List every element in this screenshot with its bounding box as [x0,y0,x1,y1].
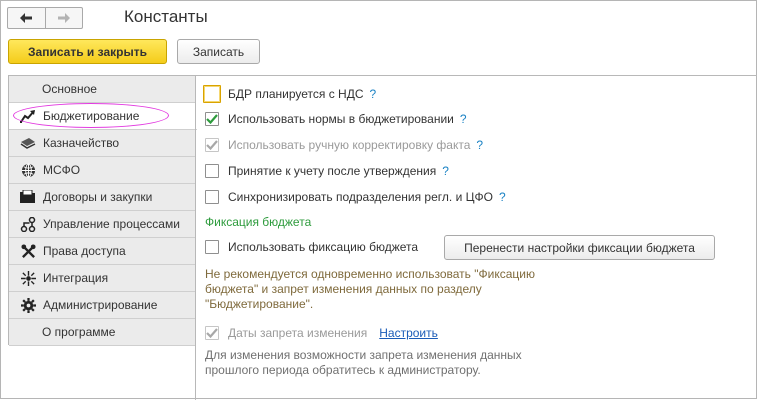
folder-icon [19,189,37,205]
arrow-left-icon [20,13,33,23]
sidebar-item-label: Бюджетирование [43,109,140,123]
arrow-right-icon [57,13,70,23]
checkmark-icon [206,114,218,124]
gear-icon [19,297,37,313]
option-sync-departments[interactable]: Синхронизировать подразделения регл. и Ц… [205,188,506,206]
manual-fact-checkbox [205,138,219,152]
sync-departments-checkbox[interactable] [205,190,219,204]
option-label: Использовать нормы в бюджетировании [228,112,454,126]
checkmark-icon [206,140,218,150]
workflow-icon [19,216,37,232]
help-icon[interactable]: ? [370,87,377,101]
tools-icon [19,243,37,259]
save-and-close-button[interactable]: Записать и закрыть [8,39,167,64]
window: Константы Записать и закрыть Записать Ос… [0,0,757,400]
sidebar-item-label: Права доступа [43,244,126,258]
option-bdr-vat[interactable]: БДР планируется с НДС ? [203,85,377,103]
option-label: Использовать ручную корректировку факта [228,138,471,152]
sidebar-item-ifrs[interactable]: МСФО [9,157,196,184]
option-use-fixation[interactable]: Использовать фиксацию бюджета [205,238,418,256]
back-button[interactable] [8,8,45,28]
help-icon[interactable]: ? [442,164,449,178]
accept-after-approval-checkbox[interactable] [205,164,219,178]
sidebar-item-label: Администрирование [43,298,158,312]
sidebar-item-budgeting[interactable]: Бюджетирование [9,103,197,130]
sidebar-item-admin[interactable]: Администрирование [9,292,196,319]
sidebar-item-contracts[interactable]: Договоры и закупки [9,184,196,211]
save-button[interactable]: Записать [177,39,260,64]
option-accept-after-approval[interactable]: Принятие к учету после утверждения ? [205,162,449,180]
option-label: Принятие к учету после утверждения [228,164,437,178]
transfer-fixation-settings-button[interactable]: Перенести настройки фиксации бюджета [444,235,715,260]
nav-buttons [7,7,83,29]
option-label: Использовать фиксацию бюджета [228,240,419,254]
use-fixation-checkbox[interactable] [205,240,219,254]
configure-link[interactable]: Настроить [379,326,438,340]
option-label: Синхронизировать подразделения регл. и Ц… [228,190,493,204]
sidebar-item-label: Управление процессами [43,217,180,231]
sidebar-item-label: МСФО [43,163,81,177]
help-icon[interactable]: ? [499,190,506,204]
lock-dates-note: Для изменения возможности запрета измене… [205,348,522,377]
fixation-warning-note: Не рекомендуется одновременно использова… [205,267,535,311]
option-label: Даты запрета изменения [228,326,368,340]
chart-up-icon [19,108,37,124]
checkmark-icon [206,328,218,338]
sidebar-item-label: Казначейство [43,136,120,150]
sidebar-item-processes[interactable]: Управление процессами [9,211,196,238]
sidebar-item-integration[interactable]: Интеграция [9,265,196,292]
content-left-border [195,75,196,400]
sidebar-item-about[interactable]: О программе [9,319,196,346]
sidebar-item-treasury[interactable]: Казначейство [9,130,196,157]
sidebar-item-label: О программе [42,325,116,339]
integration-icon [19,270,37,286]
section-title-fixation: Фиксация бюджета [205,215,312,229]
content-top-border [195,75,757,76]
sidebar-item-access[interactable]: Права доступа [9,238,196,265]
sidebar-item-label: Договоры и закупки [43,190,153,204]
bdr-vat-checkbox[interactable] [203,85,221,103]
globe-icon [19,162,37,178]
sidebar-item-label: Основное [42,82,97,96]
option-manual-fact: Использовать ручную корректировку факта … [205,136,483,154]
help-icon[interactable]: ? [460,112,467,126]
sidebar: Основное Бюджетирование Казначейство МСФ… [8,75,197,346]
option-lock-dates: Даты запрета изменения Настроить [205,324,438,342]
help-icon[interactable]: ? [476,138,483,152]
sidebar-item-main[interactable]: Основное [9,76,196,103]
lock-dates-checkbox [205,326,219,340]
option-budget-norms[interactable]: Использовать нормы в бюджетировании ? [205,110,467,128]
option-label: БДР планируется с НДС [228,87,364,101]
sidebar-item-label: Интеграция [43,271,109,285]
forward-button[interactable] [44,8,83,28]
money-icon [19,135,37,151]
budget-norms-checkbox[interactable] [205,112,219,126]
page-title: Константы [124,7,208,26]
